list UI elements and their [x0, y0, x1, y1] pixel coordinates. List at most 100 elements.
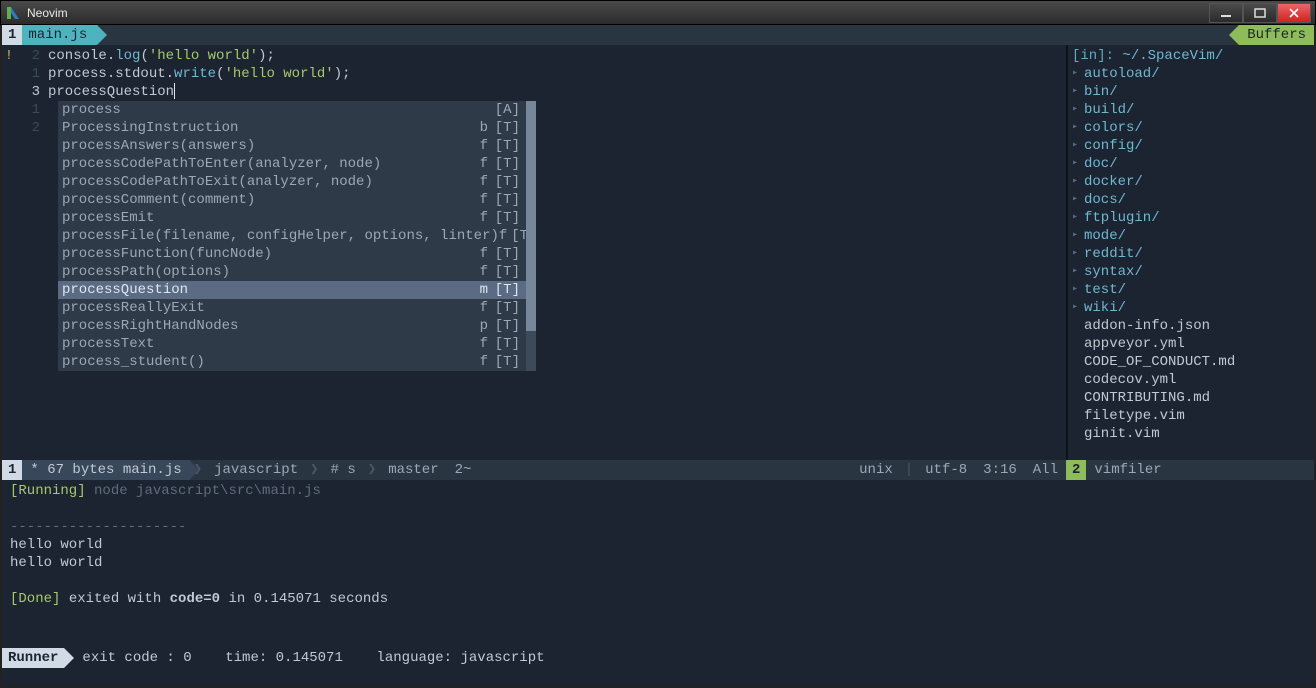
- file-tree-item-name: test/: [1084, 281, 1126, 299]
- file-tree-folder[interactable]: ▸docker/: [1068, 173, 1314, 191]
- runner-label: Runner: [2, 648, 64, 668]
- file-tree-folder[interactable]: ▸build/: [1068, 101, 1314, 119]
- file-tree-item-name: addon-info.json: [1084, 317, 1210, 335]
- completion-item[interactable]: ProcessingInstructionb[T]: [58, 119, 526, 137]
- file-tree-folder[interactable]: ▸autoload/: [1068, 65, 1314, 83]
- file-tree-file[interactable]: ▸appveyor.yml: [1068, 335, 1314, 353]
- code-line[interactable]: 3processQuestion: [2, 83, 1066, 101]
- file-tree-folder[interactable]: ▸ftplugin/: [1068, 209, 1314, 227]
- tab-filename: main.js: [22, 25, 97, 45]
- statusline-filetype: javascript: [206, 460, 306, 480]
- completion-item[interactable]: processPath(options)f[T]: [58, 263, 526, 281]
- statusline-pos: 3:16: [975, 460, 1025, 480]
- file-tree-folder[interactable]: ▸mode/: [1068, 227, 1314, 245]
- file-tree-item-name: syntax/: [1084, 263, 1143, 281]
- sign-column: [2, 119, 16, 137]
- file-tree-item-name: bin/: [1084, 83, 1118, 101]
- window-controls: [1209, 3, 1311, 23]
- chevron-right-icon: ▸: [1072, 281, 1084, 299]
- code-text: process.stdout.write('hello world');: [48, 65, 1066, 83]
- completion-popup[interactable]: process[A]ProcessingInstructionb[T]proce…: [58, 101, 536, 371]
- statusline-fileformat: unix: [851, 460, 901, 480]
- line-number: 1: [16, 101, 48, 119]
- file-tree-folder[interactable]: ▸bin/: [1068, 83, 1314, 101]
- main-split: !2console.log('hello world');1process.st…: [2, 45, 1314, 460]
- window-titlebar: Neovim: [0, 0, 1316, 25]
- file-tree-file[interactable]: ▸codecov.yml: [1068, 371, 1314, 389]
- line-number: 2: [16, 47, 48, 65]
- file-tree-item-name: doc/: [1084, 155, 1118, 173]
- completion-item[interactable]: processCodePathToEnter(analyzer, node)f[…: [58, 155, 526, 173]
- completion-item[interactable]: processRightHandNodesp[T]: [58, 317, 526, 335]
- chevron-right-icon: ▸: [1072, 101, 1084, 119]
- statusline-file: * 67 bytes main.js: [22, 460, 189, 480]
- completion-item[interactable]: processQuestionm[T]: [58, 281, 526, 299]
- file-tree-item-name: config/: [1084, 137, 1143, 155]
- completion-item[interactable]: processAnswers(answers)f[T]: [58, 137, 526, 155]
- line-number: 2: [16, 119, 48, 137]
- file-tree-folder[interactable]: ▸test/: [1068, 281, 1314, 299]
- chevron-right-icon: ▸: [1072, 83, 1084, 101]
- completion-item[interactable]: process[A]: [58, 101, 526, 119]
- file-tree-folder[interactable]: ▸config/: [1068, 137, 1314, 155]
- file-tree-folder[interactable]: ▸reddit/: [1068, 245, 1314, 263]
- text-cursor: [174, 83, 175, 99]
- file-tree-item-name: wiki/: [1084, 299, 1126, 317]
- file-tree-item-name: CODE_OF_CONDUCT.md: [1084, 353, 1235, 371]
- buffers-label[interactable]: Buffers: [1239, 25, 1314, 45]
- command-line[interactable]: [2, 668, 1314, 686]
- chevron-right-icon: ▸: [1072, 227, 1084, 245]
- completion-item[interactable]: processEmitf[T]: [58, 209, 526, 227]
- code-editor[interactable]: !2console.log('hello world');1process.st…: [2, 45, 1066, 460]
- completion-item[interactable]: processTextf[T]: [58, 335, 526, 353]
- code-line[interactable]: 1process.stdout.write('hello world');: [2, 65, 1066, 83]
- file-tree-item-name: ginit.vim: [1084, 425, 1160, 443]
- completion-item[interactable]: processFile(filename, configHelper, opti…: [58, 227, 526, 245]
- sign-column: [2, 65, 16, 83]
- file-tree-folder[interactable]: ▸docs/: [1068, 191, 1314, 209]
- file-tree-folder[interactable]: ▸doc/: [1068, 155, 1314, 173]
- completion-item[interactable]: process_student()f[T]: [58, 353, 526, 371]
- statusline-extra: # s: [323, 460, 364, 480]
- file-tree[interactable]: [in]: ~/.SpaceVim/ ▸autoload/▸bin/▸build…: [1066, 45, 1314, 460]
- chevron-right-icon: ▸: [1072, 263, 1084, 281]
- file-tree-file[interactable]: ▸filetype.vim: [1068, 407, 1314, 425]
- minimize-button[interactable]: [1209, 3, 1243, 23]
- code-text: processQuestion: [48, 83, 1066, 101]
- completion-item[interactable]: processFunction(funcNode)f[T]: [58, 245, 526, 263]
- file-tree-file[interactable]: ▸CODE_OF_CONDUCT.md: [1068, 353, 1314, 371]
- completion-item[interactable]: processReallyExitf[T]: [58, 299, 526, 317]
- file-tree-item-name: appveyor.yml: [1084, 335, 1185, 353]
- statusline-tree-name: vimfiler: [1086, 460, 1169, 480]
- file-tree-folder[interactable]: ▸wiki/: [1068, 299, 1314, 317]
- completion-item[interactable]: processCodePathToExit(analyzer, node)f[T…: [58, 173, 526, 191]
- tab-main-js[interactable]: 1 main.js: [2, 25, 97, 45]
- completion-item[interactable]: processComment(comment)f[T]: [58, 191, 526, 209]
- file-tree-item-name: ftplugin/: [1084, 209, 1160, 227]
- file-tree-item-name: autoload/: [1084, 65, 1160, 83]
- file-tree-folder[interactable]: ▸syntax/: [1068, 263, 1314, 281]
- chevron-right-icon: ▸: [1072, 119, 1084, 137]
- statusline-filetree: 2 vimfiler: [1066, 460, 1314, 480]
- file-tree-file[interactable]: ▸ginit.vim: [1068, 425, 1314, 443]
- runner-output-line: hello world: [10, 536, 1306, 554]
- popup-scrollbar[interactable]: [526, 101, 536, 371]
- file-tree-item-name: CONTRIBUTING.md: [1084, 389, 1210, 407]
- runner-done-line: [Done] exited with code=0 in 0.145071 se…: [10, 590, 1306, 608]
- file-tree-folder[interactable]: ▸colors/: [1068, 119, 1314, 137]
- maximize-button[interactable]: [1243, 3, 1277, 23]
- file-tree-file[interactable]: ▸addon-info.json: [1068, 317, 1314, 335]
- runner-output[interactable]: [Running] node javascript\src\main.js --…: [2, 480, 1314, 648]
- chevron-right-icon: ▸: [1072, 299, 1084, 317]
- file-tree-file[interactable]: ▸CONTRIBUTING.md: [1068, 389, 1314, 407]
- popup-scrollbar-thumb[interactable]: [526, 101, 536, 331]
- close-button[interactable]: [1277, 3, 1311, 23]
- tab-number: 1: [2, 25, 22, 45]
- code-line[interactable]: !2console.log('hello world');: [2, 47, 1066, 65]
- runner-statusline: Runner exit code : 0 time: 0.145071 lang…: [2, 648, 1314, 668]
- editor-app: 1 main.js Buffers !2console.log('hello w…: [0, 25, 1316, 688]
- runner-running-label: [Running]: [10, 483, 86, 499]
- file-tree-header: [in]: ~/.SpaceVim/: [1068, 47, 1314, 65]
- file-tree-item-name: docs/: [1084, 191, 1126, 209]
- chevron-right-icon: ▸: [1072, 245, 1084, 263]
